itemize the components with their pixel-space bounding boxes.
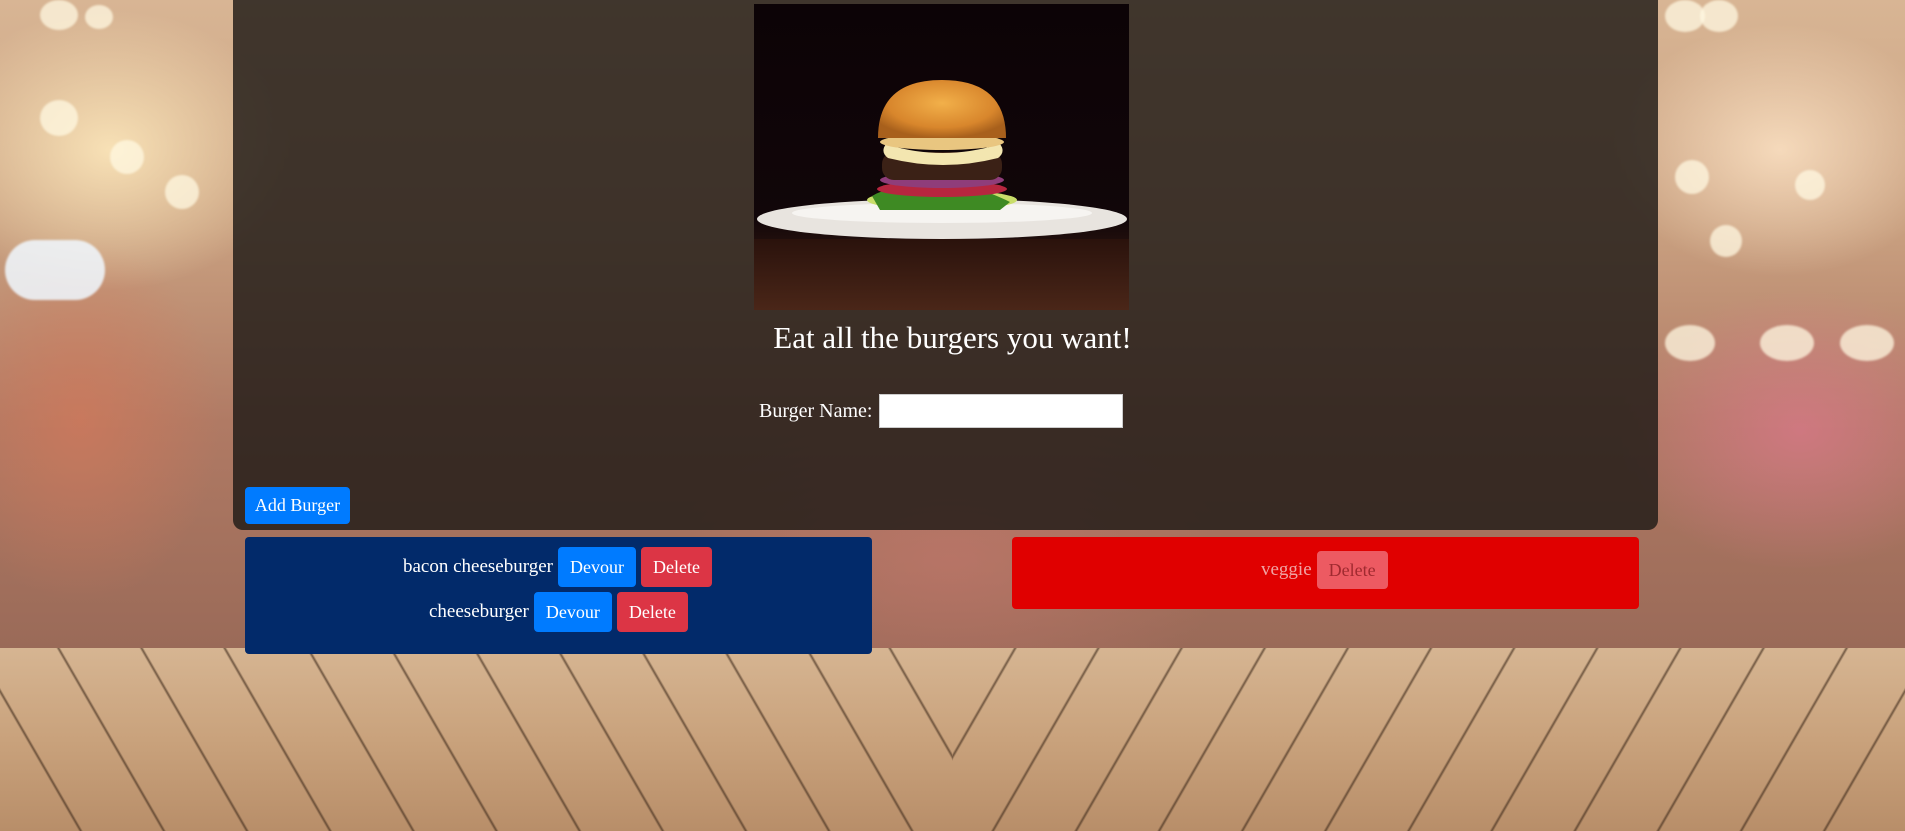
bokeh-light	[1665, 0, 1705, 32]
burger-name: cheeseburger	[429, 601, 529, 622]
burger-form: Burger Name:	[759, 392, 1123, 430]
eaten-burger-list: veggie Delete	[1012, 537, 1639, 609]
wooden-floor-right	[952, 648, 1905, 831]
page-title: Eat all the burgers you want!	[773, 320, 1132, 355]
bokeh-light	[1700, 0, 1738, 32]
delete-button[interactable]: Delete	[640, 547, 712, 587]
burger-illustration	[754, 80, 1129, 310]
list-item: bacon cheeseburger Devour Delete	[403, 547, 717, 587]
devour-button[interactable]: Devour	[558, 547, 636, 587]
burger-photo	[754, 4, 1129, 310]
burger-name-input[interactable]	[878, 394, 1123, 428]
bokeh-light	[40, 0, 78, 30]
burger-name: bacon cheeseburger	[403, 556, 553, 577]
bokeh-light	[165, 175, 199, 209]
burger-name: veggie	[1261, 559, 1312, 580]
bokeh-light	[40, 100, 78, 136]
list-item: veggie Delete	[1261, 550, 1393, 590]
bokeh-light	[1795, 170, 1825, 200]
bokeh-light	[1710, 225, 1742, 257]
bokeh-light	[1675, 160, 1709, 194]
delete-button[interactable]: Delete	[616, 592, 688, 632]
add-burger-button[interactable]: Add Burger	[245, 487, 350, 524]
list-item: cheeseburger Devour Delete	[429, 592, 693, 632]
bokeh-light	[110, 140, 144, 174]
uneaten-burger-list: bacon cheeseburger Devour Delete cheeseb…	[245, 537, 872, 654]
bokeh-light	[85, 5, 113, 29]
bokeh-light	[5, 240, 105, 300]
burger-name-label: Burger Name:	[759, 399, 873, 422]
devour-button[interactable]: Devour	[533, 592, 612, 632]
delete-button[interactable]: Delete	[1316, 551, 1388, 589]
